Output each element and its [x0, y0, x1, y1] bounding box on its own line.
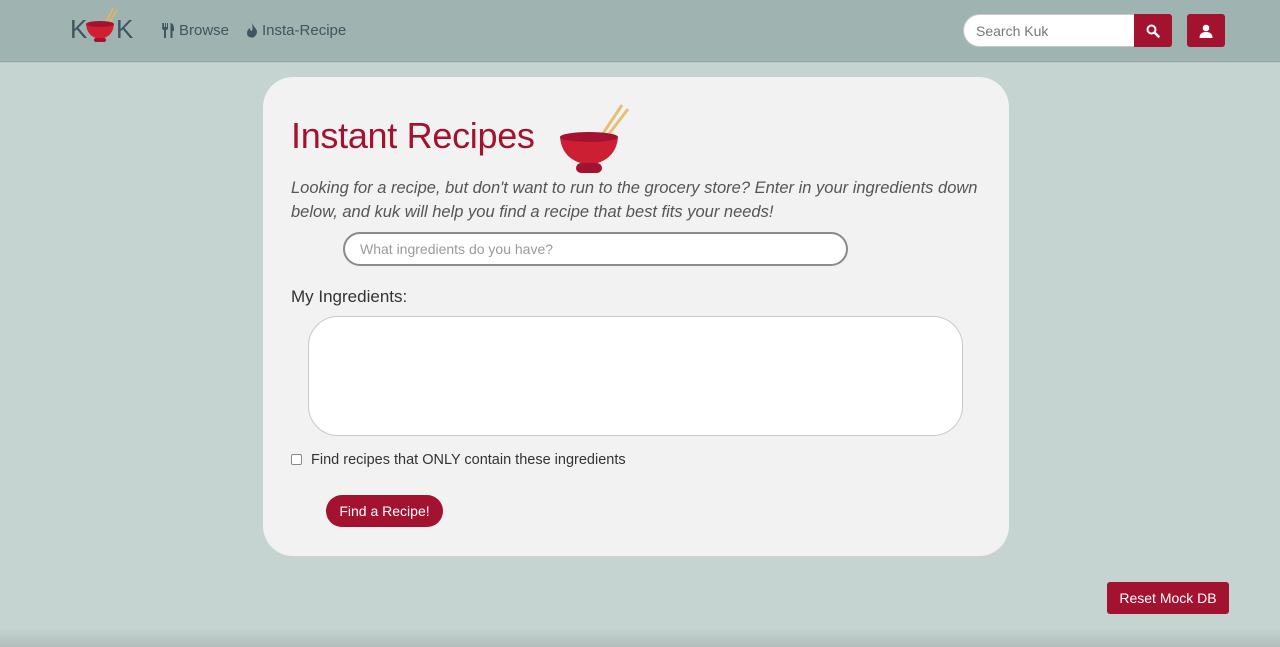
- bottom-shadow: [0, 628, 1280, 647]
- user-account-button[interactable]: [1187, 14, 1225, 47]
- nav-browse-link[interactable]: Browse: [161, 22, 229, 39]
- page-description: Looking for a recipe, but don't want to …: [291, 179, 978, 221]
- find-recipe-button[interactable]: Find a Recipe!: [326, 495, 443, 527]
- only-ingredients-checkbox[interactable]: [291, 454, 302, 465]
- fire-icon: [247, 23, 257, 38]
- search-icon: [1146, 24, 1160, 38]
- nav-insta-recipe-label: Insta-Recipe: [262, 22, 347, 39]
- nav-browse-label: Browse: [179, 22, 230, 39]
- user-icon: [1199, 24, 1213, 38]
- search-input[interactable]: [963, 14, 1135, 47]
- page-title: Instant Recipes: [291, 115, 535, 156]
- utensils-icon: [162, 23, 174, 38]
- kuk-logo[interactable]: K K: [70, 6, 134, 46]
- bowl-chopsticks-logo-icon: [86, 7, 118, 42]
- nav-insta-recipe-link[interactable]: Insta-Recipe: [246, 22, 346, 39]
- only-ingredients-label[interactable]: Find recipes that ONLY contain these ing…: [311, 452, 626, 468]
- ingredient-search-input[interactable]: [343, 232, 848, 266]
- instant-recipes-card: Instant Recipes Looking for a recipe, bu…: [263, 77, 1009, 556]
- bowl-icon: [560, 104, 630, 173]
- my-ingredients-heading: My Ingredients:: [291, 287, 408, 306]
- search-button[interactable]: [1134, 14, 1172, 47]
- logo-letter-right: K: [116, 14, 134, 44]
- reset-mock-db-button[interactable]: Reset Mock DB: [1107, 582, 1229, 614]
- navbar: K K Browse Insta-Recipe: [0, 0, 1280, 62]
- my-ingredients-list[interactable]: [308, 316, 963, 436]
